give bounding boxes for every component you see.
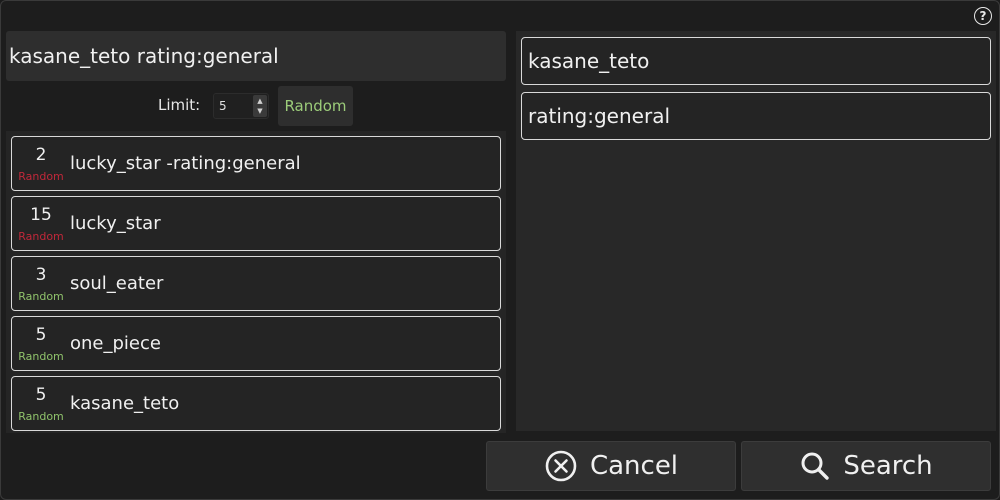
- limit-spinbox[interactable]: 5 ▲ ▼: [213, 93, 269, 119]
- item-count: 5: [35, 325, 47, 345]
- cancel-label: Cancel: [589, 451, 679, 481]
- limit-label: Limit:: [158, 96, 201, 114]
- spin-arrows: ▲ ▼: [253, 95, 267, 117]
- spin-up-icon[interactable]: ▲: [256, 97, 264, 105]
- item-random-label: Random: [18, 410, 64, 423]
- item-label: soul_eater: [70, 273, 164, 294]
- cancel-button[interactable]: Cancel: [486, 441, 736, 491]
- item-count: 3: [35, 265, 47, 285]
- search-button[interactable]: Search: [741, 441, 991, 491]
- tag-item[interactable]: rating:general: [521, 92, 991, 140]
- random-button[interactable]: Random: [278, 86, 353, 126]
- cancel-circle-icon: [544, 449, 578, 483]
- history-item[interactable]: 5 Random one_piece: [11, 316, 501, 371]
- item-label: kasane_teto: [70, 393, 180, 414]
- spin-down-icon[interactable]: ▼: [256, 107, 264, 115]
- item-label: lucky_star -rating:general: [70, 153, 301, 174]
- item-random-label: Random: [18, 290, 64, 303]
- item-random-label: Random: [18, 170, 64, 183]
- search-dialog: ? kasane_teto rating:general Limit: 5 ▲ …: [0, 0, 1000, 500]
- item-label: lucky_star: [70, 213, 161, 234]
- limit-value: 5: [219, 99, 227, 113]
- item-label: one_piece: [70, 333, 161, 354]
- history-item[interactable]: 2 Random lucky_star -rating:general: [11, 136, 501, 191]
- item-count: 5: [35, 385, 47, 405]
- history-item[interactable]: 15 Random lucky_star: [11, 196, 501, 251]
- history-list: 2 Random lucky_star -rating:general 15 R…: [6, 131, 506, 433]
- item-random-label: Random: [18, 350, 64, 363]
- help-icon[interactable]: ?: [974, 7, 992, 25]
- tag-list: kasane_teto rating:general: [516, 31, 996, 431]
- history-item[interactable]: 3 Random soul_eater: [11, 256, 501, 311]
- query-text: kasane_teto rating:general: [9, 44, 279, 68]
- tag-item[interactable]: kasane_teto: [521, 37, 991, 85]
- history-item[interactable]: 5 Random kasane_teto: [11, 376, 501, 431]
- item-random-label: Random: [18, 230, 64, 243]
- query-field[interactable]: kasane_teto rating:general: [6, 31, 506, 81]
- search-icon: [799, 450, 831, 482]
- item-count: 2: [35, 145, 47, 165]
- item-count: 15: [30, 205, 52, 225]
- search-label: Search: [843, 451, 933, 481]
